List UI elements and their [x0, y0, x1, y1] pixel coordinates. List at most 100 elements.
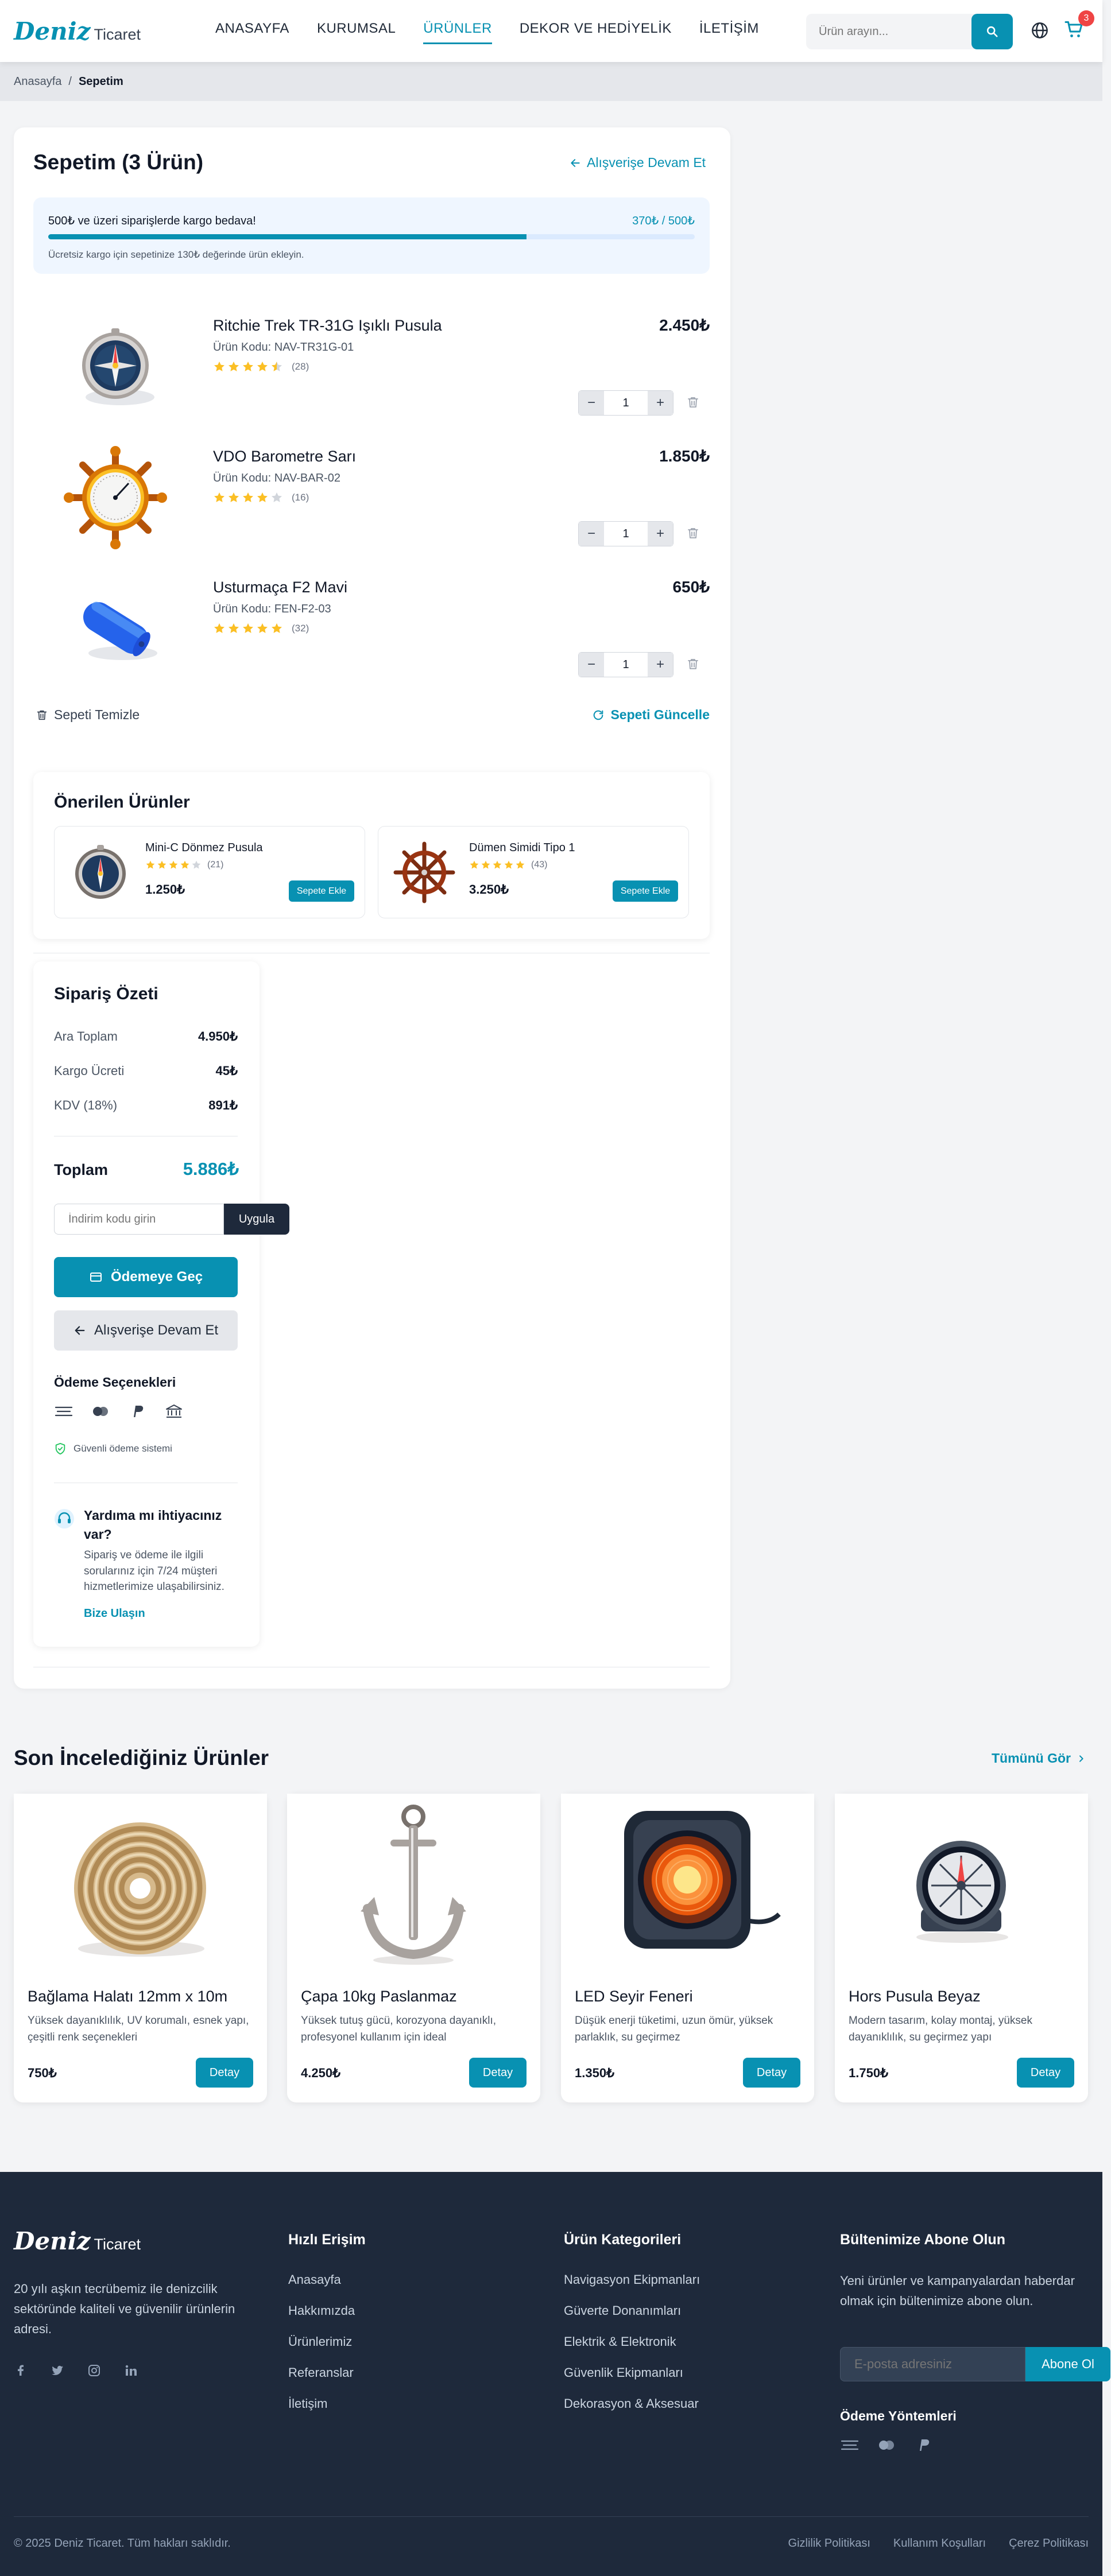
barometer-image [60, 442, 171, 553]
review-count: (21) [207, 860, 224, 870]
quantity-value[interactable]: 1 [604, 522, 648, 546]
contact-us-link[interactable]: Bize Ulaşın [84, 1607, 145, 1620]
visa-icon [841, 2440, 859, 2450]
search-icon [986, 26, 998, 37]
footer-link[interactable]: Güvenlik Ekipmanları [564, 2365, 700, 2380]
tax-value: 891₺ [208, 1098, 238, 1112]
continue-shopping-button[interactable]: Alışverişe Devam Et [54, 1310, 238, 1351]
quantity-value[interactable]: 1 [604, 391, 648, 415]
add-to-cart-button[interactable]: Sepete Ekle [613, 880, 678, 902]
decrease-quantity-button[interactable]: − [579, 522, 604, 546]
tax-row: KDV (18%) 891₺ [54, 1098, 238, 1113]
increase-quantity-button[interactable]: + [648, 391, 673, 415]
footer-link[interactable]: Anasayfa [288, 2272, 366, 2287]
footer-column-title: Bültenimize Abone Olun [840, 2232, 1005, 2248]
checkout-button[interactable]: Ödemeye Geç [54, 1257, 238, 1297]
remove-item-button[interactable] [686, 657, 700, 671]
mastercard-icon [879, 2441, 894, 2450]
newsletter-email-input[interactable] [840, 2347, 1025, 2381]
twitter-icon[interactable] [51, 2364, 64, 2377]
quantity-stepper: − 1 + [578, 652, 673, 677]
star-icon [180, 860, 189, 869]
footer-link[interactable]: Referanslar [288, 2365, 366, 2380]
product-card[interactable]: Bağlama Halatı 12mm x 10m Yüksek dayanık… [14, 1794, 267, 2102]
quantity-value[interactable]: 1 [604, 653, 648, 677]
decrease-quantity-button[interactable]: − [579, 391, 604, 415]
bank-icon [166, 1405, 182, 1418]
product-card[interactable]: LED Seyir Feneri Düşük enerji tüketimi, … [561, 1794, 814, 2102]
nav-dekor[interactable]: DEKOR VE HEDİYELİK [520, 21, 672, 44]
product-detail-button[interactable]: Detay [1017, 2058, 1074, 2088]
cart-item-code: Ürün Kodu: FEN-F2-03 [213, 603, 331, 615]
free-shipping-message: 500₺ ve üzeri siparişlerde kargo bedava! [48, 215, 256, 227]
cart-item-rating: (16) [213, 491, 309, 504]
increase-quantity-button[interactable]: + [648, 653, 673, 677]
language-button[interactable] [1031, 21, 1049, 40]
apply-coupon-button[interactable]: Uygula [224, 1204, 289, 1235]
cart-item-price: 2.450₺ [659, 316, 710, 334]
search-input[interactable] [806, 14, 973, 49]
footer-link[interactable]: Dekorasyon & Aksesuar [564, 2396, 700, 2411]
footer-link[interactable]: Navigasyon Ekipmanları [564, 2272, 700, 2287]
decrease-quantity-button[interactable]: − [579, 653, 604, 677]
product-detail-button[interactable]: Detay [743, 2058, 800, 2088]
payment-options-title: Ödeme Seçenekleri [54, 1375, 176, 1390]
linkedin-icon[interactable] [124, 2364, 138, 2377]
trash-icon [688, 397, 698, 408]
nav-iletisim[interactable]: İLETİŞİM [699, 21, 759, 44]
led-light-image [561, 1794, 814, 1972]
remove-item-button[interactable] [686, 395, 700, 409]
facebook-icon[interactable] [14, 2364, 28, 2377]
product-card[interactable]: Çapa 10kg Paslanmaz Yüksek tutuş gücü, k… [287, 1794, 540, 2102]
update-cart-button[interactable]: Sepeti Güncelle [592, 707, 710, 723]
instagram-icon[interactable] [87, 2364, 101, 2377]
logo-name: Deniz [14, 17, 91, 45]
cart-item-name[interactable]: Usturmaça F2 Mavi [213, 579, 347, 596]
star-icon [157, 860, 167, 869]
remove-item-button[interactable] [686, 526, 700, 540]
terms-link[interactable]: Kullanım Koşulları [893, 2537, 986, 2550]
newsletter-text: Yeni ürünler ve kampanyalardan haberdar … [840, 2274, 1075, 2309]
nav-urunler[interactable]: ÜRÜNLER [423, 21, 492, 44]
footer-link[interactable]: Güverte Donanımları [564, 2303, 700, 2318]
footer-link[interactable]: Hakkımızda [288, 2303, 366, 2318]
star-icon [243, 492, 253, 502]
increase-quantity-button[interactable]: + [648, 522, 673, 546]
product-detail-button[interactable]: Detay [469, 2058, 527, 2088]
breadcrumb-separator: / [68, 75, 72, 88]
logo-suffix: Ticaret [94, 26, 141, 43]
privacy-policy-link[interactable]: Gizlilik Politikası [788, 2537, 870, 2550]
see-all-link[interactable]: Tümünü Gör [992, 1751, 1086, 1766]
cart-item-name[interactable]: VDO Barometre Sarı [213, 448, 356, 465]
footer-logo[interactable]: Deniz Ticaret [14, 2227, 141, 2255]
logo[interactable]: Deniz Ticaret [14, 17, 141, 45]
footer-link[interactable]: Elektrik & Elektronik [564, 2334, 700, 2349]
continue-shopping-link[interactable]: Alışverişe Devam Et [570, 155, 706, 170]
product-name: Bağlama Halatı 12mm x 10m [28, 1988, 228, 2005]
subscribe-button[interactable]: Abone Ol [1025, 2347, 1110, 2381]
footer-column-title: Hızlı Erişim [288, 2232, 366, 2248]
footer-link[interactable]: İletişim [288, 2396, 366, 2411]
arrow-left-icon [75, 1326, 85, 1335]
cart-item: Ritchie Trek TR-31G Işıklı Pusula 2.450₺… [33, 310, 710, 425]
cookie-policy-link[interactable]: Çerez Politikası [1009, 2537, 1089, 2550]
recommended-item[interactable]: Dümen Simidi Tipo 1 (43) 3.250₺ Sepete E… [378, 826, 689, 918]
coupon-input[interactable] [54, 1204, 224, 1235]
recommended-item[interactable]: Mini-C Dönmez Pusula (21) 1.250₺ Sepete … [54, 826, 365, 918]
nav-anasayfa[interactable]: ANASAYFA [215, 21, 289, 44]
search-box [806, 14, 1013, 49]
footer-link[interactable]: Ürünlerimiz [288, 2334, 366, 2349]
star-icon [272, 623, 282, 633]
product-card[interactable]: Hors Pusula Beyaz Modern tasarım, kolay … [835, 1794, 1088, 2102]
product-detail-button[interactable]: Detay [196, 2058, 253, 2088]
add-to-cart-button[interactable]: Sepete Ekle [289, 880, 354, 902]
order-summary: Sipariş Özeti Ara Toplam 4.950₺ Kargo Ücr… [33, 961, 289, 1647]
search-button[interactable] [971, 14, 1013, 49]
cart-item-name[interactable]: Ritchie Trek TR-31G Işıklı Pusula [213, 317, 442, 335]
shipping-value: 45₺ [215, 1064, 238, 1078]
clear-cart-button[interactable]: Sepeti Temizle [36, 707, 140, 723]
breadcrumb-home[interactable]: Anasayfa [14, 75, 61, 88]
secure-payment-text: Güvenli ödeme sistemi [73, 1443, 172, 1454]
site-header: Deniz Ticaret ANASAYFA KURUMSAL ÜRÜNLER … [0, 0, 1102, 62]
nav-kurumsal[interactable]: KURUMSAL [317, 21, 396, 44]
